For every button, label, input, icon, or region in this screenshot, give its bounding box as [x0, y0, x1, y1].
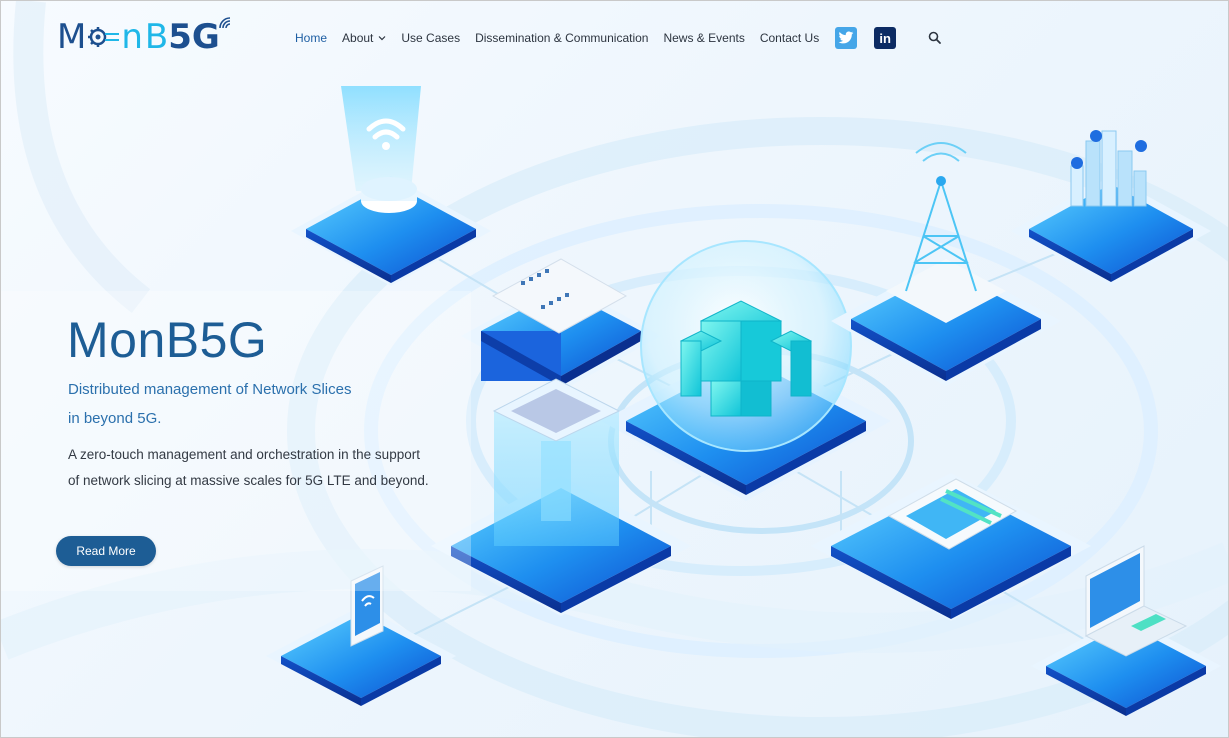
twitter-link[interactable] [835, 27, 858, 49]
page: M n B5G Home About Use Cases Disseminati… [0, 0, 1229, 738]
site-header: M n B5G Home About Use Cases Disseminati… [1, 1, 1228, 77]
nav-use-cases[interactable]: Use Cases [401, 31, 460, 45]
network-illustration [1, 1, 1228, 737]
signal-icon [219, 17, 230, 29]
logo-letters-5g: 5G [168, 17, 220, 57]
gear-icon [88, 27, 120, 47]
main-nav: Home About Use Cases Dissemination & Com… [295, 27, 943, 49]
nav-about[interactable]: About [342, 31, 386, 45]
site-logo[interactable]: M n B5G [57, 15, 257, 59]
search-icon[interactable] [927, 30, 943, 46]
hero-description-line2: of network slicing at massive scales for… [68, 473, 429, 488]
wifi-beacon-tile [291, 86, 491, 286]
hero-subtitle-line1: Distributed management of Network Slices [68, 381, 352, 398]
nav-home[interactable]: Home [295, 31, 327, 45]
linkedin-link[interactable]: in [874, 27, 897, 49]
nav-news-events[interactable]: News & Events [663, 31, 744, 45]
nav-dissemination[interactable]: Dissemination & Communication [475, 31, 648, 45]
logo-b5g: B5G [144, 17, 230, 57]
logo-letter-n: n [121, 17, 143, 57]
logo-letter-b: B [144, 17, 169, 57]
hero-title: MonB5G [67, 312, 268, 368]
nav-contact-us[interactable]: Contact Us [760, 31, 819, 45]
hero-subtitle-line2: in beyond 5G. [68, 410, 162, 427]
twitter-icon [838, 31, 854, 44]
nav-about-label: About [342, 31, 374, 45]
hero-description-line1: A zero-touch management and orchestratio… [68, 447, 420, 462]
chevron-down-icon [378, 36, 386, 41]
read-more-button[interactable]: Read More [56, 536, 156, 566]
logo-letter-m: M [57, 17, 87, 57]
